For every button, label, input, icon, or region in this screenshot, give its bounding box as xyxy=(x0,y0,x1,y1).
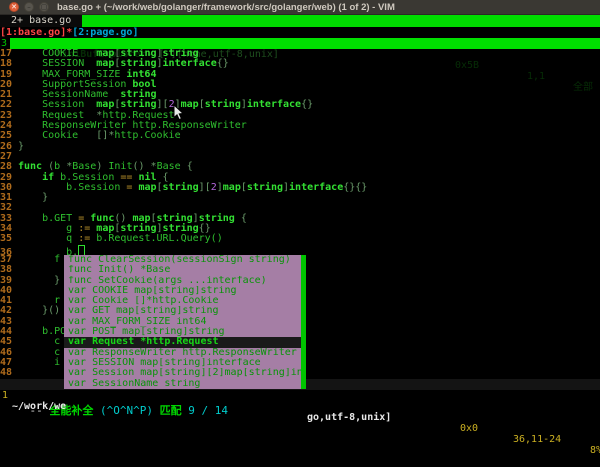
minimize-button[interactable]: – xyxy=(24,2,34,12)
titlebar: ✕ – ▢ base.go + (~/work/web/golanger/fra… xyxy=(0,0,600,15)
completion-item[interactable]: func ClearSession(sessionSign string) xyxy=(64,255,306,265)
text-cursor xyxy=(78,245,85,256)
code-token: interface xyxy=(247,99,301,110)
file-info: go,utf-8,unix] xyxy=(307,412,391,423)
char-value: 0x0 xyxy=(460,423,478,434)
completion-item[interactable]: var Cookie []*http.Cookie xyxy=(64,296,306,306)
buffer-number: 1 xyxy=(2,390,8,401)
code-token: string xyxy=(247,182,283,193)
code-token: {} xyxy=(217,58,229,69)
code-token: interface xyxy=(163,58,217,69)
code-token: string xyxy=(163,182,199,193)
line-number: 38 xyxy=(0,265,12,275)
minibufexplorer-statusline: 3 -MiniBufExplorer- [-][none,utf-8,unix]… xyxy=(0,38,600,49)
line-number: 35 xyxy=(0,234,12,244)
completion-item[interactable]: var MAX_FORM_SIZE int64 xyxy=(64,317,306,327)
code-token: } xyxy=(18,192,48,203)
completion-item[interactable]: var POST map[string]string xyxy=(64,327,306,337)
minibuf-buffer-inactive[interactable]: [2:page.go] xyxy=(72,27,138,38)
window-controls: ✕ – ▢ xyxy=(9,2,49,12)
code-token: { xyxy=(181,161,193,172)
code-token: } xyxy=(18,141,24,152)
minibuf-buffer-active[interactable]: [1:base.go]* xyxy=(0,27,72,38)
scroll-position: 8% xyxy=(590,445,600,456)
vim-window: ✕ – ▢ base.go + (~/work/web/golanger/fra… xyxy=(0,0,600,405)
code-token: i xyxy=(18,357,60,368)
completion-item[interactable]: func Init() *Base xyxy=(64,265,306,275)
line-number: 48 xyxy=(0,368,12,378)
code-token: {} xyxy=(301,99,313,110)
cursor-position: 36,11-24 xyxy=(513,434,561,445)
command-line: -- 全能补全 (^O^N^P) 匹配 9 / 14 xyxy=(0,390,600,405)
code-token: map xyxy=(138,182,156,193)
code-line[interactable]: 30 b.Session = map[string][2]map[string]… xyxy=(0,183,600,193)
code-line[interactable]: 35 q := b.Request.URL.Query() xyxy=(0,234,600,244)
code-token: }() xyxy=(18,305,60,316)
completion-item[interactable]: var ResponseWriter http.ResponseWriter xyxy=(64,348,306,358)
code-token: f xyxy=(18,254,60,265)
code-line[interactable]: 26} xyxy=(0,142,600,152)
code-token: [] xyxy=(96,130,108,141)
tabline-fill xyxy=(82,15,600,27)
code-line[interactable]: 36 b. xyxy=(0,245,600,255)
code-token: string xyxy=(205,99,241,110)
completion-keys: (^O^N^P) xyxy=(93,404,159,417)
completion-item-selected[interactable]: var Request *http.Request xyxy=(64,337,306,347)
match-count: 9 / 14 xyxy=(182,404,228,417)
completion-item[interactable]: var COOKIE map[string]string xyxy=(64,286,306,296)
statusline-bar: -MiniBufExplorer- [-][none,utf-8,unix] 0… xyxy=(10,38,600,49)
tab-current[interactable]: 2+ base.go xyxy=(0,15,82,27)
code-line[interactable]: 25 Cookie []*http.Cookie xyxy=(0,131,600,141)
code-token: map xyxy=(223,182,241,193)
maximize-button[interactable]: ▢ xyxy=(39,2,49,12)
completion-item[interactable]: var SESSION map[string]interface xyxy=(64,358,306,368)
code-token: http.Cookie xyxy=(114,130,180,141)
code-token: Cookie xyxy=(18,130,96,141)
minibufexplorer-list: [1:base.go]*[2:page.go] xyxy=(0,27,600,38)
popup-scrollbar-thumb[interactable] xyxy=(301,255,306,389)
buffer-number: 3 xyxy=(1,38,7,49)
code-token: interface xyxy=(289,182,343,193)
completion-popup: func ClearSession(sessionSign string)fun… xyxy=(64,255,306,389)
completion-item[interactable]: func SetCookie(args ...interface) xyxy=(64,276,306,286)
code-token: q xyxy=(18,233,78,244)
code-token: } xyxy=(18,275,60,286)
code-token: {}{} xyxy=(343,182,367,193)
mouse-cursor-icon xyxy=(173,105,184,125)
code-token: := xyxy=(78,233,90,244)
window-title: base.go + (~/work/web/golanger/framework… xyxy=(57,2,395,13)
completion-item[interactable]: var Session map[string][2]map[string]int… xyxy=(64,368,306,378)
completion-item[interactable]: var GET map[string]string xyxy=(64,306,306,316)
file-path: ~/work/we xyxy=(12,401,66,412)
code-token: b.Request.URL.Query() xyxy=(90,233,222,244)
match-label: 匹配 xyxy=(160,404,182,417)
close-button[interactable]: ✕ xyxy=(9,2,19,12)
code-token: { xyxy=(235,213,247,224)
tabline: 2+ base.go xyxy=(0,15,600,27)
completion-item[interactable]: var SessionName string xyxy=(64,379,306,389)
code-line[interactable]: 31 } xyxy=(0,193,600,203)
